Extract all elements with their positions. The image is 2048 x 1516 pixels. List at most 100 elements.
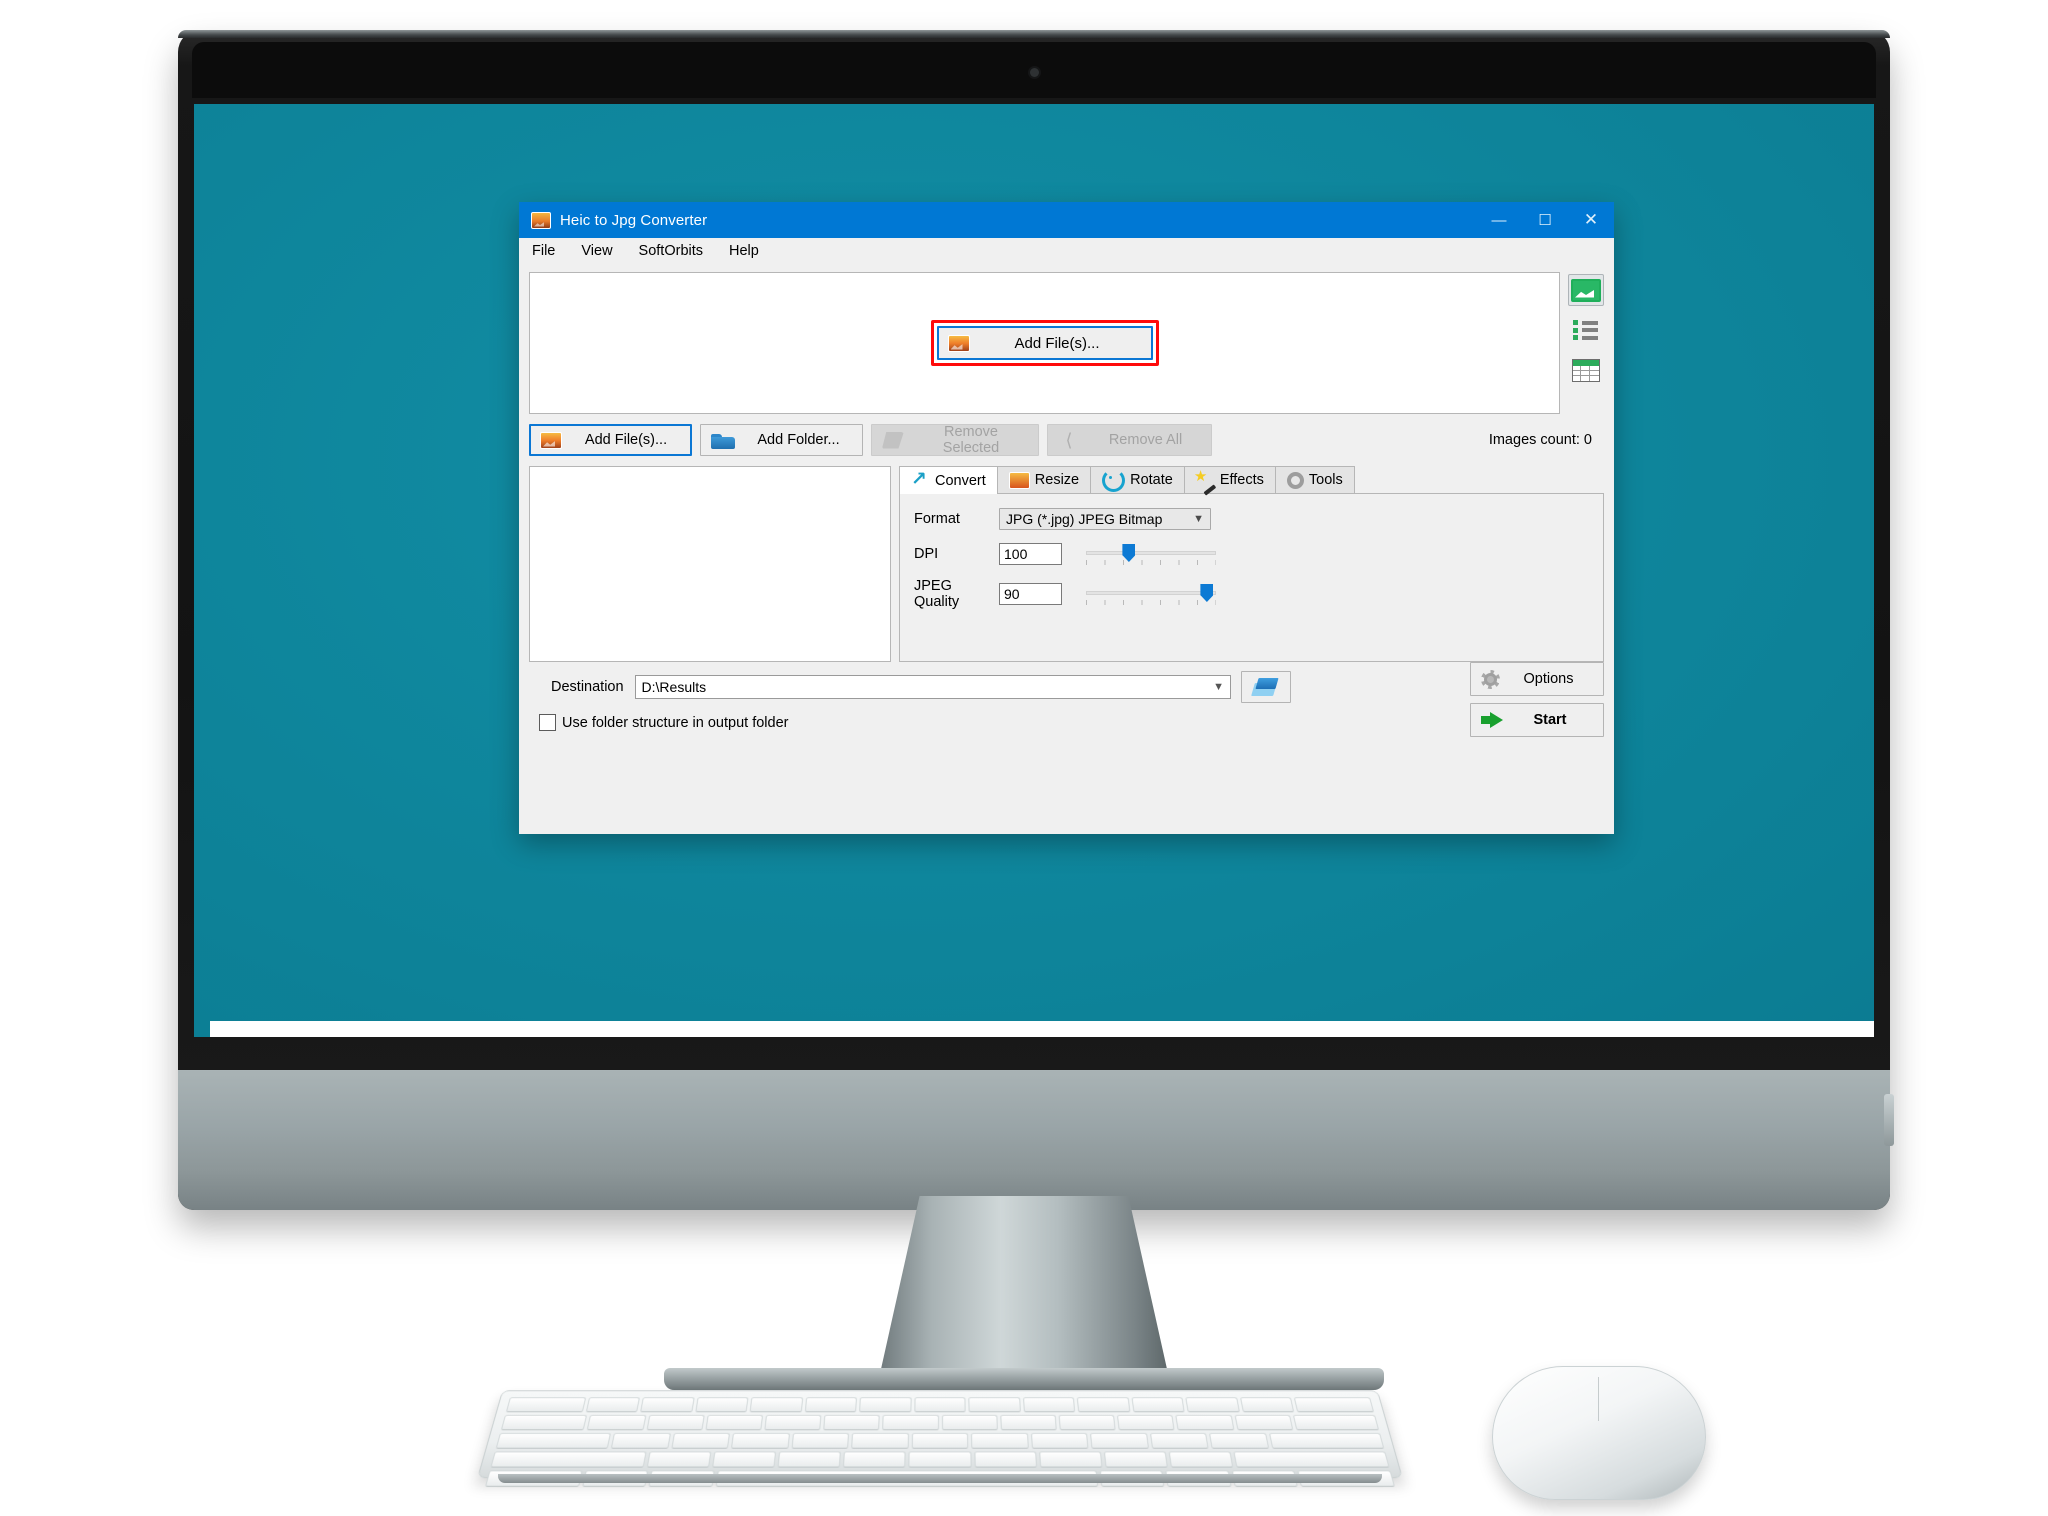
dpi-slider-ticks (1086, 560, 1216, 565)
tab-tools[interactable]: Tools (1274, 466, 1355, 493)
close-button[interactable]: ✕ (1568, 202, 1614, 238)
title-bar: Heic to Jpg Converter — ☐ ✕ (519, 202, 1614, 238)
destination-row: Destination D:\Results ▼ (529, 671, 1291, 703)
keyboard-row (495, 1433, 1385, 1449)
browse-button[interactable] (1241, 671, 1291, 703)
dpi-row: DPI 100 (914, 543, 1603, 565)
brand-bar: SoftOrbits SoftOrbits SoftOrbits SoftOrb… (210, 1021, 1874, 1037)
format-select[interactable]: JPG (*.jpg) JPEG Bitmap ▼ (999, 508, 1211, 530)
wand-icon (1194, 467, 1215, 488)
dpi-input[interactable]: 100 (999, 543, 1062, 565)
tab-convert[interactable]: Convert (899, 466, 998, 494)
chevron-down-icon: ▼ (1193, 513, 1204, 525)
convert-icon (911, 468, 930, 491)
open-folder-icon (1253, 678, 1279, 696)
destination-label: Destination (551, 679, 624, 695)
quality-input[interactable]: 90 (999, 583, 1062, 605)
tab-convert-label: Convert (935, 472, 986, 489)
keyboard-base (498, 1474, 1382, 1483)
add-folder-button[interactable]: Add Folder... (700, 424, 863, 456)
tab-effects-label: Effects (1219, 472, 1264, 488)
add-files-big-label: Add File(s)... (1014, 334, 1100, 352)
keyboard-row (490, 1451, 1390, 1468)
destination-value: D:\Results (641, 679, 707, 695)
folder-structure-row: Use folder structure in output folder (529, 714, 1604, 731)
dpi-slider[interactable] (1086, 543, 1216, 565)
mouse (1492, 1366, 1706, 1500)
monitor: Heic to Jpg Converter — ☐ ✕ File View So… (178, 30, 1894, 1210)
rotate-icon (1102, 468, 1126, 492)
thumbnail-view-icon (1571, 278, 1601, 302)
settings-tabs-area: Convert Resize Rotate (899, 466, 1604, 662)
monitor-stand-base (664, 1368, 1384, 1390)
preview-row: Add File(s)... (529, 272, 1604, 414)
dpi-slider-track (1086, 551, 1216, 555)
list-view-button[interactable] (1568, 314, 1604, 346)
add-files-button[interactable]: Add File(s)... (529, 424, 692, 456)
quality-slider[interactable] (1086, 583, 1216, 605)
options-button[interactable]: Options (1470, 662, 1604, 696)
remove-all-button: ⟨ Remove All (1047, 424, 1212, 456)
dpi-label: DPI (914, 546, 939, 562)
format-label: Format (914, 511, 960, 527)
mouse-button-seam (1598, 1377, 1599, 1421)
monitor-chin (178, 1070, 1890, 1210)
tab-tools-label: Tools (1308, 472, 1343, 488)
resize-icon (1008, 471, 1030, 489)
thumbnail-view-button[interactable] (1568, 274, 1604, 306)
menu-file[interactable]: File (529, 241, 558, 261)
quality-slider-track (1086, 591, 1216, 595)
eraser-icon (882, 431, 904, 449)
tab-resize-label: Resize (1034, 472, 1080, 488)
webcam-icon (1030, 68, 1039, 77)
picture-icon (947, 334, 970, 352)
options-label: Options (1523, 671, 1574, 687)
tab-effects[interactable]: Effects (1183, 466, 1276, 493)
remove-selected-label: Remove Selected (942, 424, 1000, 456)
format-row: Format JPG (*.jpg) JPEG Bitmap ▼ (914, 508, 1603, 530)
picture-icon (540, 431, 562, 449)
start-button[interactable]: Start (1470, 703, 1604, 737)
file-list-pane[interactable] (529, 466, 891, 662)
play-arrow-icon (1481, 712, 1503, 728)
gear-icon (1481, 669, 1500, 689)
tab-resize[interactable]: Resize (996, 466, 1092, 493)
quality-row: JPEG Quality 90 (914, 578, 1603, 610)
destination-input[interactable]: D:\Results ▼ (634, 675, 1231, 699)
menu-softorbits[interactable]: SoftOrbits (636, 241, 706, 261)
add-files-big-button[interactable]: Add File(s)... (936, 326, 1153, 360)
use-folder-structure-checkbox[interactable] (539, 714, 556, 731)
keyboard-row (500, 1414, 1380, 1431)
menu-bar: File View SoftOrbits Help (519, 238, 1614, 264)
monitor-top-edge (178, 30, 1890, 38)
file-toolbar: Add File(s)... Add Folder... Remove Sele… (529, 424, 1604, 456)
quality-slider-ticks (1086, 600, 1216, 605)
maximize-button[interactable]: ☐ (1522, 202, 1568, 238)
monitor-side-port (1884, 1094, 1894, 1146)
add-files-label: Add File(s)... (584, 432, 668, 448)
view-mode-toolbar (1568, 272, 1604, 414)
screenshot-root: Heic to Jpg Converter — ☐ ✕ File View So… (0, 0, 2048, 1516)
format-value: JPG (*.jpg) JPEG Bitmap (1006, 511, 1163, 527)
details-view-button[interactable] (1568, 354, 1604, 386)
menu-help[interactable]: Help (726, 241, 762, 261)
tab-rotate[interactable]: Rotate (1090, 466, 1185, 493)
keyboard-row (505, 1397, 1375, 1413)
list-view-icon (1573, 320, 1599, 340)
minimize-button[interactable]: — (1476, 202, 1522, 238)
preview-pane[interactable]: Add File(s)... (529, 272, 1560, 414)
menu-view[interactable]: View (578, 241, 615, 261)
screen: Heic to Jpg Converter — ☐ ✕ File View So… (194, 104, 1874, 1037)
keyboard (477, 1390, 1403, 1487)
tab-rotate-label: Rotate (1130, 472, 1173, 488)
app-window: Heic to Jpg Converter — ☐ ✕ File View So… (519, 202, 1614, 834)
monitor-stand-neck (879, 1196, 1169, 1378)
main-split: Convert Resize Rotate (529, 466, 1604, 662)
window-body: Add File(s)... Add File(s)... Add Folder… (519, 264, 1614, 737)
quality-label: JPEG Quality (914, 578, 960, 610)
details-view-icon (1572, 358, 1600, 382)
start-label: Start (1533, 712, 1567, 728)
folder-icon (711, 432, 735, 449)
images-count: Images count: 0 (1488, 432, 1592, 448)
highlight-box: Add File(s)... (930, 320, 1159, 366)
